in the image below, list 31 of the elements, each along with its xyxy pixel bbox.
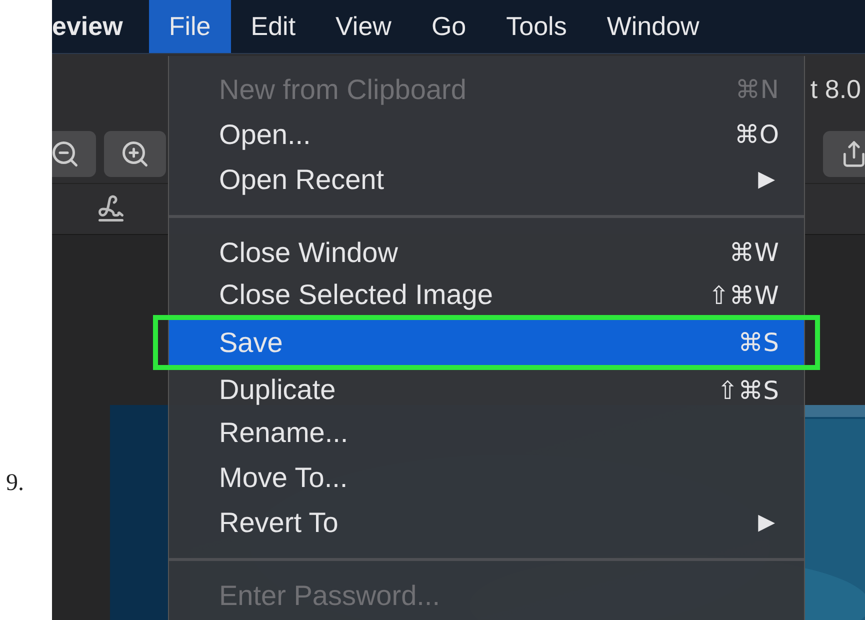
menu-bar-item[interactable]: View <box>316 0 412 53</box>
menu-bar-item[interactable]: Edit <box>230 0 316 53</box>
menu-item[interactable]: Close Window ⌘W <box>169 230 804 275</box>
shortcut-label: ⌘W <box>729 238 779 267</box>
menu-item[interactable]: Move To... <box>169 455 804 500</box>
shortcut-label: ⇧⌘W <box>708 280 779 310</box>
submenu-arrow: ▶ <box>758 167 775 192</box>
shortcut-label: ⌘N <box>735 75 779 104</box>
menu-item[interactable]: Open... ⌘O <box>169 112 804 157</box>
menu-bar-item[interactable]: Tools <box>486 0 587 53</box>
menu-item[interactable]: Close Selected Image ⇧⌘W <box>169 275 804 315</box>
menu-item[interactable]: Duplicate ⇧⌘S <box>169 370 804 410</box>
menu-bar-item[interactable]: Go <box>411 0 486 53</box>
zoom-in-icon <box>120 139 150 170</box>
zoom-out-button[interactable] <box>52 131 96 178</box>
zoom-out-icon <box>52 139 80 170</box>
window-title: t 8.0 <box>810 74 861 106</box>
menu-bar-item[interactable]: File <box>148 0 231 53</box>
shortcut-label: ⌘S <box>738 328 779 357</box>
shortcut-label: ⌘O <box>734 120 779 149</box>
menu-bar-item[interactable]: Window <box>586 0 720 53</box>
zoom-in-button[interactable] <box>104 131 166 178</box>
submenu-arrow: ▶ <box>758 510 775 535</box>
signature-icon[interactable] <box>96 194 126 224</box>
shortcut-label: ⇧⌘S <box>717 376 779 404</box>
menu-item[interactable]: Rename... <box>169 410 804 455</box>
step-number: 9. <box>6 470 24 497</box>
menu-item[interactable]: Revert To ▶ <box>169 500 804 545</box>
app-menu[interactable]: eview <box>52 0 143 53</box>
menu-item[interactable]: Save ⌘S <box>169 320 804 365</box>
menu-item[interactable]: Open Recent ▶ <box>169 157 804 202</box>
